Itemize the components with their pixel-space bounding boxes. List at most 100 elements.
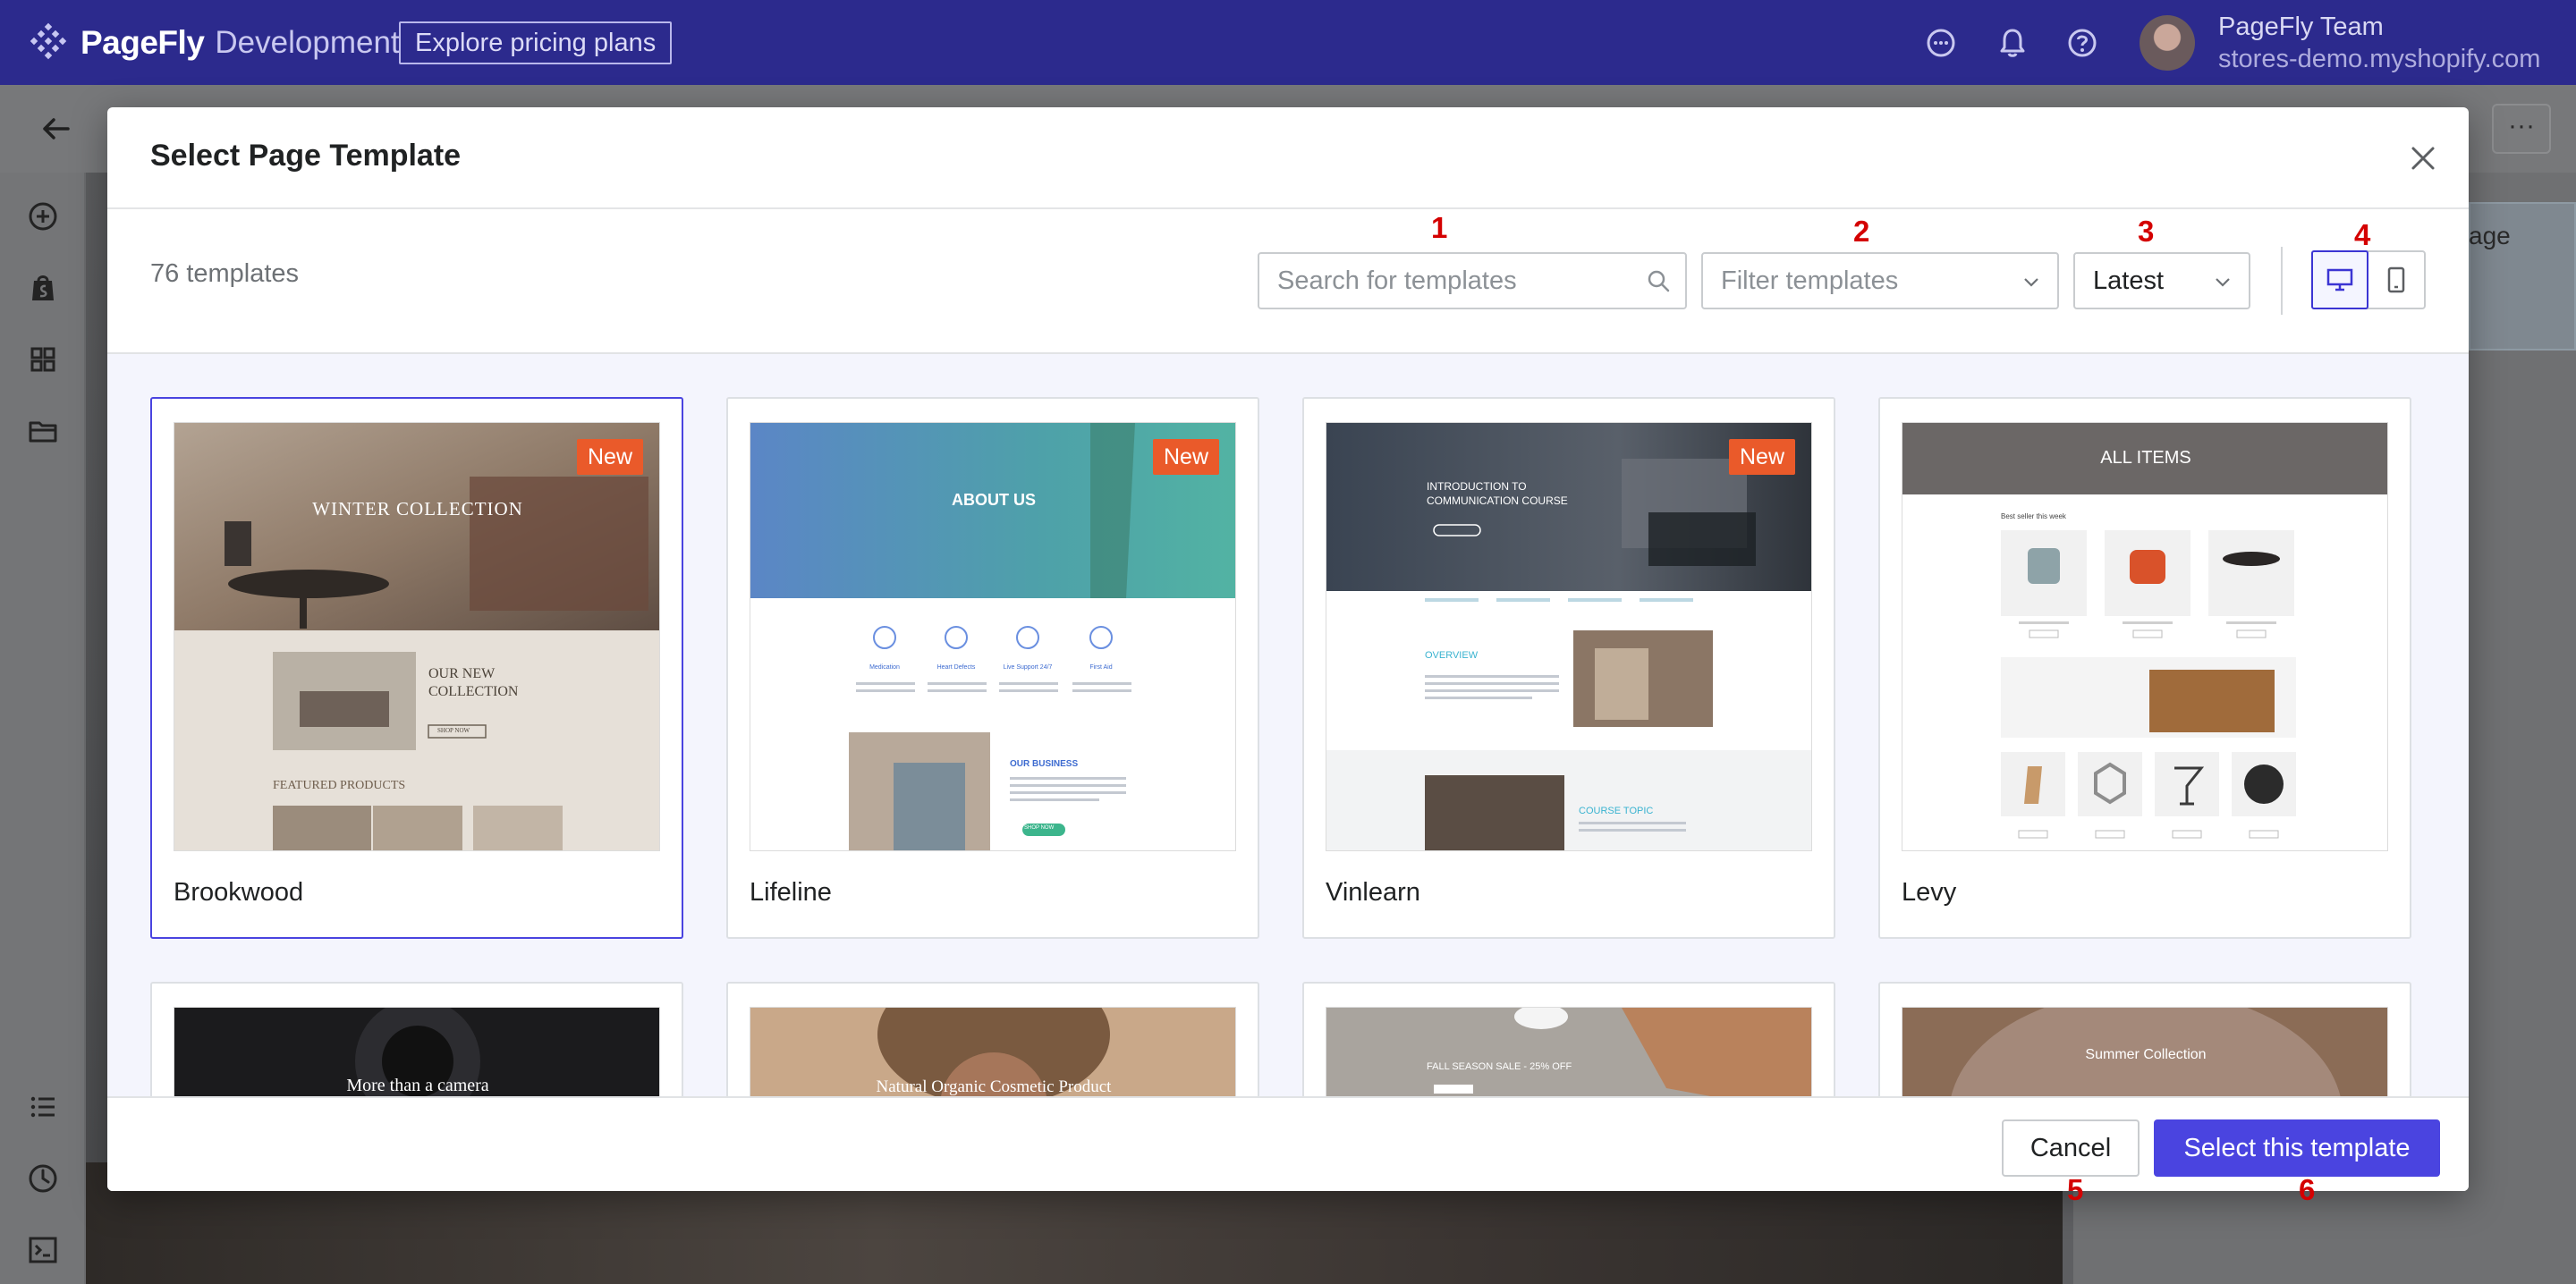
thumb-feature-label: Live Support 24/7 [1003,664,1053,671]
thumb-feature-label: First Aid [1089,664,1113,671]
template-thumbnail: FALL SEASON SALE - 25% OFF [1326,1007,1812,1096]
more-options-button[interactable]: ··· [2492,104,2551,154]
thumb-business-title: OUR BUSINESS [1010,759,1079,769]
thumb-section-button: SHOP NOW [437,727,470,734]
template-thumbnail: ABOUT US Medication Heart Defects Live S… [750,422,1236,851]
environment-label: Development [215,25,400,60]
template-thumbnail: WINTER COLLECTION OUR NEW COLLECTION SHO… [174,422,660,851]
shopify-icon[interactable] [25,270,61,306]
annotation-marker-6: 6 [2299,1173,2316,1206]
template-card[interactable]: More than a camera [150,982,683,1096]
fall-sale-preview [1326,1008,1811,1096]
template-card[interactable]: Natural Organic Cosmetic Product [726,982,1259,1096]
filter-templates-select[interactable]: Filter templates [1701,252,2059,309]
thumb-hero-title: COMMUNICATION COURSE [1427,494,1568,507]
thumb-hero-title: WINTER COLLECTION [312,498,523,520]
annotation-marker-1: 1 [1431,211,1448,244]
chat-icon[interactable] [1923,25,1959,61]
template-name: Brookwood [174,878,304,907]
select-template-modal: Select Page Template 76 templates Filter… [107,107,2469,1191]
app-logo[interactable]: PageFly Development [27,20,400,66]
filter-placeholder: Filter templates [1721,266,1899,295]
add-element-icon[interactable] [25,199,61,234]
template-grid: WINTER COLLECTION OUR NEW COLLECTION SHO… [107,354,2469,1096]
pagefly-logo-icon [30,22,67,60]
modal-footer: Cancel Select this template [107,1096,2469,1191]
layout-grid-icon[interactable] [25,342,61,377]
thumb-hero-title: Natural Organic Cosmetic Product [876,1077,1112,1096]
history-clock-icon[interactable] [25,1161,61,1196]
template-name: Levy [1902,878,1957,907]
top-bar: PageFly Development Explore pricing plan… [0,0,2576,85]
thumb-hero-title: ALL ITEMS [2100,448,2191,468]
thumb-hero-title: More than a camera [346,1076,489,1095]
search-box[interactable] [1258,252,1687,309]
mobile-view-button[interactable] [2368,252,2424,308]
template-count: 76 templates [150,259,300,288]
right-panel-card-text: age [2469,222,2511,249]
template-name: Vinlearn [1326,878,1420,907]
template-grid-scrollbar[interactable] [2454,354,2469,1096]
template-toolbar: 76 templates Filter templates Latest [107,209,2469,354]
vinlearn-preview [1326,423,1811,850]
template-card-brookwood[interactable]: WINTER COLLECTION OUR NEW COLLECTION SHO… [150,397,683,939]
modal-title: Select Page Template [150,139,462,173]
lifeline-preview [750,423,1235,850]
thumb-section-title: OUR NEW [428,666,496,681]
thumb-section-title: COLLECTION [428,684,519,699]
thumb-hero-title: ABOUT US [952,491,1036,509]
toolbar-divider [2281,247,2283,315]
template-card-vinlearn[interactable]: INTRODUCTION TO COMMUNICATION COURSE OVE… [1302,397,1835,939]
code-terminal-icon[interactable] [25,1232,61,1268]
template-thumbnail: INTRODUCTION TO COMMUNICATION COURSE OVE… [1326,422,1812,851]
desktop-icon [2326,268,2353,291]
thumb-business-button: SHOP NOW [1024,825,1055,831]
view-mode-toggle [2311,250,2426,309]
help-icon[interactable] [2064,25,2100,61]
chevron-down-icon [2216,278,2230,287]
list-outline-icon[interactable] [25,1089,61,1125]
annotation-marker-2: 2 [1853,215,1870,248]
select-template-button[interactable]: Select this template [2154,1119,2440,1177]
close-icon[interactable] [2404,139,2442,177]
modal-header: Select Page Template [107,107,2469,209]
new-badge: New [1728,439,1795,475]
account-info[interactable]: PageFly Team stores-demo.myshopify.com [2218,11,2540,75]
search-input[interactable] [1277,254,1635,308]
annotation-marker-5: 5 [2067,1173,2084,1206]
folder-icon[interactable] [25,413,61,449]
thumb-hero-title: INTRODUCTION TO [1427,480,1527,493]
thumb-hero-title: FALL SEASON SALE - 25% OFF [1427,1061,1572,1072]
thumb-bestseller-label: Best seller this week [2001,512,2066,520]
new-badge: New [576,439,643,475]
annotation-marker-4: 4 [2354,218,2371,251]
thumb-hero-title: Summer Collection [2085,1047,2207,1062]
template-card[interactable]: Summer Collection [1878,982,2411,1096]
notification-bell-icon[interactable] [1995,25,2030,61]
thumb-overview-label: OVERVIEW [1425,650,1479,661]
template-name: Lifeline [750,878,832,907]
annotation-marker-3: 3 [2138,215,2155,248]
template-card[interactable]: FALL SEASON SALE - 25% OFF [1302,982,1835,1096]
template-card-lifeline[interactable]: ABOUT US Medication Heart Defects Live S… [726,397,1259,939]
chevron-down-icon [2024,278,2038,287]
template-thumbnail: More than a camera [174,1007,660,1096]
brand-name: PageFly [80,24,205,61]
desktop-view-button[interactable] [2311,250,2369,309]
template-thumbnail: Summer Collection [1902,1007,2388,1096]
sort-value: Latest [2093,266,2164,295]
explore-pricing-button[interactable]: Explore pricing plans [399,21,673,64]
cancel-button[interactable]: Cancel [2002,1119,2140,1177]
user-avatar[interactable] [2140,15,2195,71]
mobile-icon [2387,266,2405,293]
thumb-topic-label: COURSE TOPIC [1579,806,1654,816]
search-icon[interactable] [1646,268,1671,293]
template-card-levy[interactable]: ALL ITEMS Best seller this week Levy [1878,397,2411,939]
thumb-feature-label: Medication [869,664,900,671]
levy-preview [1902,423,2387,850]
back-arrow-icon[interactable] [38,111,73,147]
template-thumbnail: ALL ITEMS Best seller this week [1902,422,2388,851]
account-name: PageFly Team [2218,13,2384,41]
account-store: stores-demo.myshopify.com [2218,45,2541,73]
sort-select[interactable]: Latest [2073,252,2250,309]
